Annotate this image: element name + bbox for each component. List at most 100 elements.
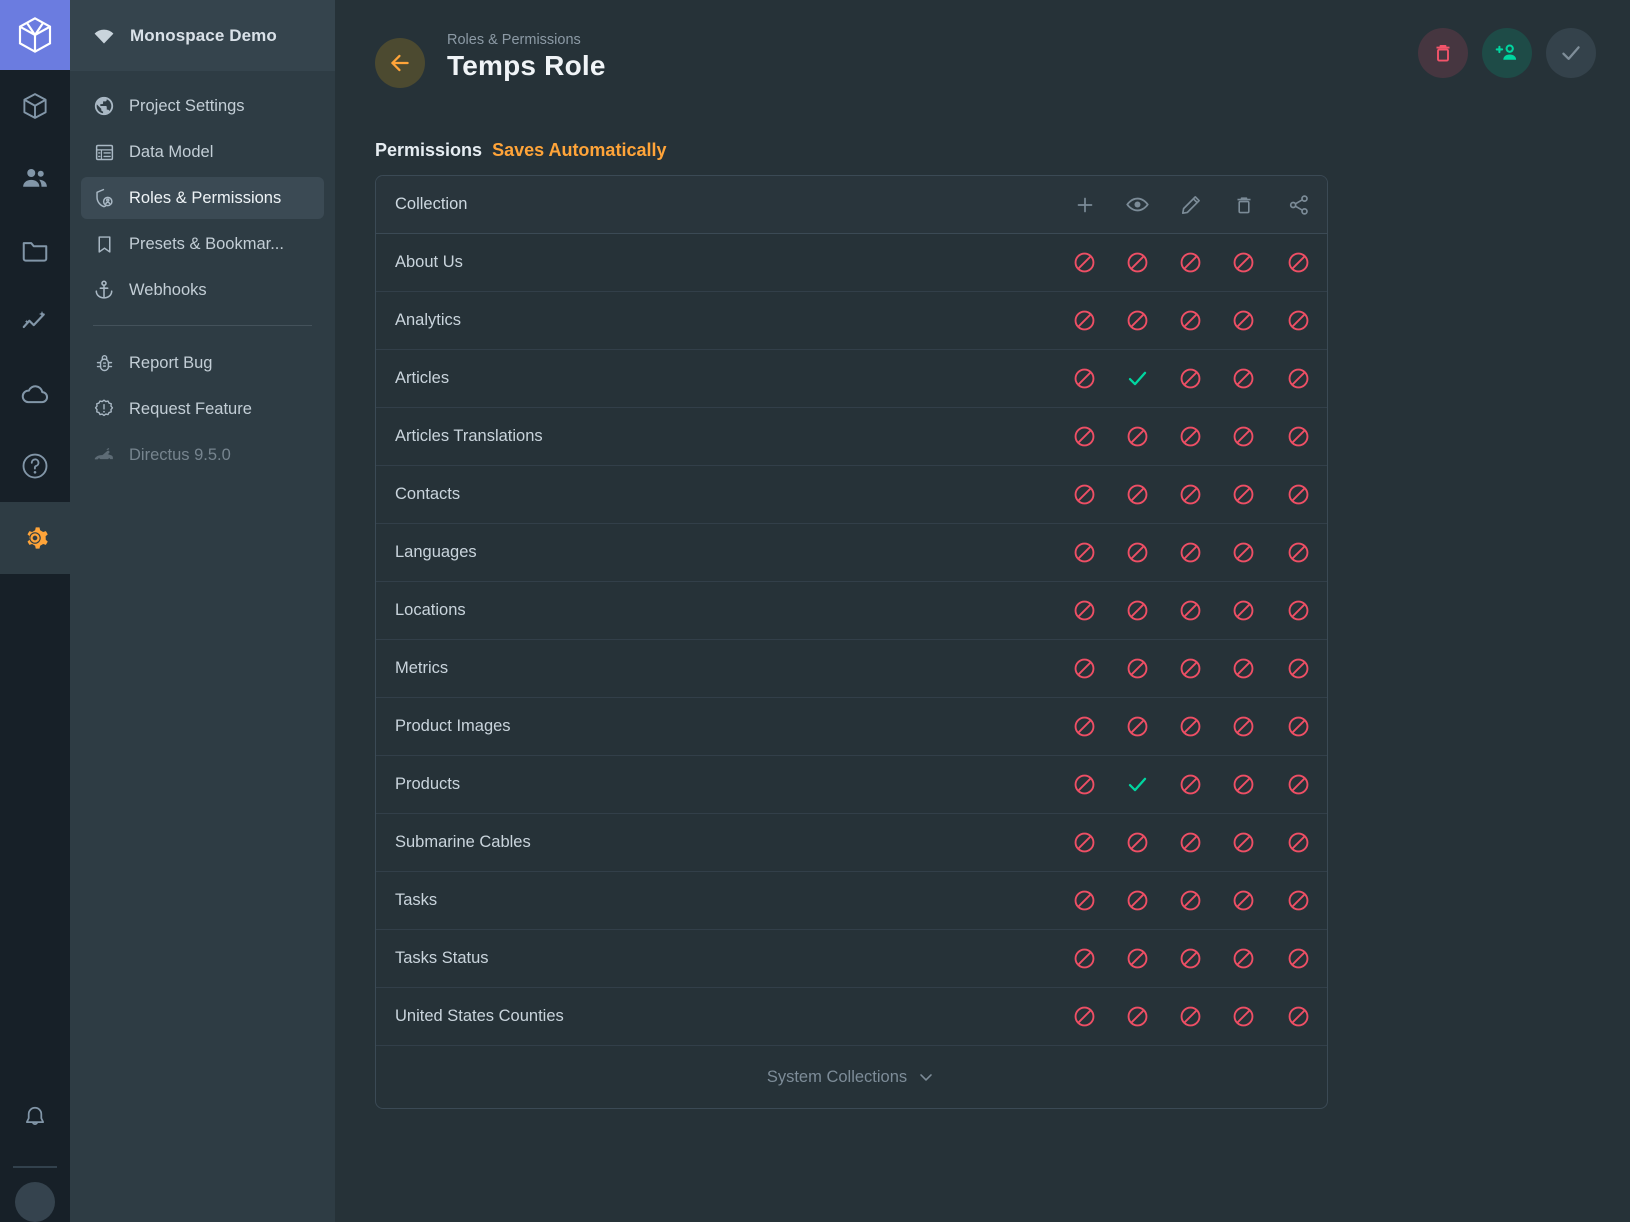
permission-toggle-create[interactable]: [1058, 1004, 1111, 1029]
permission-toggle-update[interactable]: [1164, 656, 1217, 681]
permission-toggle-share[interactable]: [1270, 772, 1327, 797]
permission-toggle-share[interactable]: [1270, 540, 1327, 565]
permission-toggle-create[interactable]: [1058, 714, 1111, 739]
module-item-help[interactable]: [0, 430, 70, 502]
permission-toggle-update[interactable]: [1164, 598, 1217, 623]
permission-toggle-create[interactable]: [1058, 830, 1111, 855]
permission-toggle-delete[interactable]: [1217, 656, 1270, 681]
permission-toggle-create[interactable]: [1058, 888, 1111, 913]
permission-toggle-read[interactable]: [1111, 482, 1164, 507]
permission-toggle-read[interactable]: [1111, 598, 1164, 623]
permission-toggle-update[interactable]: [1164, 714, 1217, 739]
permission-toggle-read[interactable]: [1111, 424, 1164, 449]
permission-toggle-read[interactable]: [1111, 772, 1164, 797]
sidebar-item-roles-permissions[interactable]: Roles & Permissions: [81, 177, 324, 219]
permission-toggle-delete[interactable]: [1217, 424, 1270, 449]
permission-toggle-delete[interactable]: [1217, 1004, 1270, 1029]
permission-toggle-share[interactable]: [1270, 714, 1327, 739]
permission-toggle-update[interactable]: [1164, 830, 1217, 855]
sidebar-item-presets-bookmarks[interactable]: Presets & Bookmar...: [81, 223, 324, 265]
permission-toggle-create[interactable]: [1058, 250, 1111, 275]
permission-toggle-update[interactable]: [1164, 888, 1217, 913]
permission-toggle-share[interactable]: [1270, 830, 1327, 855]
permission-toggle-create[interactable]: [1058, 598, 1111, 623]
permission-toggle-delete[interactable]: [1217, 830, 1270, 855]
permission-toggle-update[interactable]: [1164, 482, 1217, 507]
sidebar-item-report-bug[interactable]: Report Bug: [81, 342, 324, 384]
permission-toggle-read[interactable]: [1111, 888, 1164, 913]
module-item-insights[interactable]: [0, 286, 70, 358]
permission-toggle-update[interactable]: [1164, 1004, 1217, 1029]
permission-toggle-share[interactable]: [1270, 598, 1327, 623]
permission-toggle-delete[interactable]: [1217, 888, 1270, 913]
permission-toggle-update[interactable]: [1164, 540, 1217, 565]
module-item-files[interactable]: [0, 214, 70, 286]
permission-toggle-read[interactable]: [1111, 250, 1164, 275]
permission-toggle-delete[interactable]: [1217, 772, 1270, 797]
permission-toggle-share[interactable]: [1270, 888, 1327, 913]
permission-toggle-read[interactable]: [1111, 1004, 1164, 1029]
permission-toggle-create[interactable]: [1058, 366, 1111, 391]
sidebar-item-request-feature[interactable]: Request Feature: [81, 388, 324, 430]
collection-name: About Us: [395, 253, 463, 271]
permission-toggle-share[interactable]: [1270, 308, 1327, 333]
breadcrumb[interactable]: Roles & Permissions: [447, 32, 606, 48]
permission-toggle-delete[interactable]: [1217, 714, 1270, 739]
permission-toggle-delete[interactable]: [1217, 250, 1270, 275]
delete-role-button[interactable]: [1418, 28, 1468, 78]
permission-toggle-share[interactable]: [1270, 250, 1327, 275]
add-user-button[interactable]: [1482, 28, 1532, 78]
permission-toggle-create[interactable]: [1058, 308, 1111, 333]
permission-toggle-create[interactable]: [1058, 946, 1111, 971]
module-item-users[interactable]: [0, 142, 70, 214]
module-item-content[interactable]: [0, 70, 70, 142]
column-header-share[interactable]: [1270, 192, 1327, 217]
column-header-read[interactable]: [1111, 192, 1164, 217]
system-collections-toggle[interactable]: System Collections: [376, 1046, 1327, 1108]
permission-toggle-create[interactable]: [1058, 482, 1111, 507]
permission-toggle-share[interactable]: [1270, 1004, 1327, 1029]
permission-toggle-create[interactable]: [1058, 540, 1111, 565]
column-header-update[interactable]: [1164, 192, 1217, 217]
permission-toggle-delete[interactable]: [1217, 366, 1270, 391]
back-button[interactable]: [375, 38, 425, 88]
permission-toggle-update[interactable]: [1164, 308, 1217, 333]
module-item-cloud[interactable]: [0, 358, 70, 430]
permission-toggle-share[interactable]: [1270, 946, 1327, 971]
permission-toggle-delete[interactable]: [1217, 308, 1270, 333]
permission-toggle-read[interactable]: [1111, 714, 1164, 739]
permission-toggle-share[interactable]: [1270, 656, 1327, 681]
permission-toggle-delete[interactable]: [1217, 598, 1270, 623]
permission-toggle-update[interactable]: [1164, 772, 1217, 797]
brand-logo[interactable]: [0, 0, 70, 70]
permission-toggle-create[interactable]: [1058, 424, 1111, 449]
permission-toggle-read[interactable]: [1111, 830, 1164, 855]
permission-toggle-share[interactable]: [1270, 482, 1327, 507]
permission-toggle-delete[interactable]: [1217, 482, 1270, 507]
permission-toggle-read[interactable]: [1111, 540, 1164, 565]
column-header-delete[interactable]: [1217, 192, 1270, 217]
permission-toggle-share[interactable]: [1270, 424, 1327, 449]
permission-toggle-read[interactable]: [1111, 946, 1164, 971]
permission-toggle-read[interactable]: [1111, 308, 1164, 333]
permission-toggle-update[interactable]: [1164, 366, 1217, 391]
sidebar-item-project-settings[interactable]: Project Settings: [81, 85, 324, 127]
permission-toggle-update[interactable]: [1164, 424, 1217, 449]
permission-toggle-delete[interactable]: [1217, 540, 1270, 565]
module-item-settings[interactable]: [0, 502, 70, 574]
permission-toggle-create[interactable]: [1058, 656, 1111, 681]
permission-toggle-read[interactable]: [1111, 366, 1164, 391]
permission-toggle-share[interactable]: [1270, 366, 1327, 391]
permission-toggle-update[interactable]: [1164, 250, 1217, 275]
permission-toggle-update[interactable]: [1164, 946, 1217, 971]
save-button[interactable]: [1546, 28, 1596, 78]
permission-toggle-create[interactable]: [1058, 772, 1111, 797]
avatar[interactable]: [15, 1182, 55, 1222]
permission-toggle-read[interactable]: [1111, 656, 1164, 681]
column-header-create[interactable]: [1058, 192, 1111, 217]
sidebar-item-webhooks[interactable]: Webhooks: [81, 269, 324, 311]
project-header[interactable]: Monospace Demo: [70, 0, 335, 71]
permission-toggle-delete[interactable]: [1217, 946, 1270, 971]
notifications-button[interactable]: [0, 1082, 70, 1154]
sidebar-item-data-model[interactable]: Data Model: [81, 131, 324, 173]
